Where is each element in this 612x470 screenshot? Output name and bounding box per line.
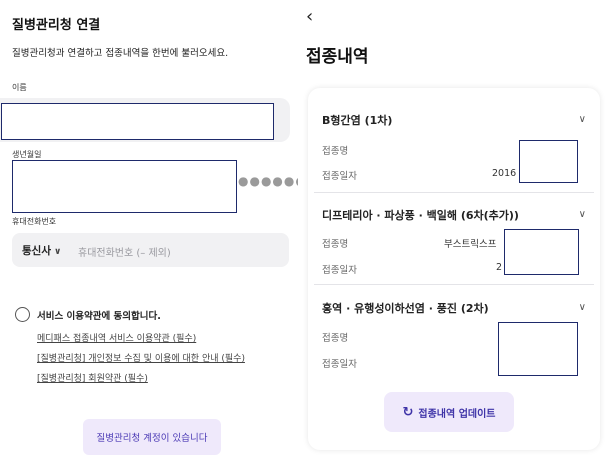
vaccine-name-label: 접종명 [322, 239, 349, 250]
chevron-down-icon[interactable]: ∨ [579, 114, 586, 125]
vaccination-history-panel: ‹ 접종내역 B형간염 (1차) ∨ 접종명 접종일자 2016 디프테리아 ·… [298, 0, 612, 470]
vaccine-date-value-2: 2 [496, 262, 503, 273]
refresh-icon: ↻ [402, 404, 414, 420]
chevron-down-icon[interactable]: ∨ [579, 209, 586, 220]
redacted-vaccine-1 [519, 140, 578, 183]
terms-link-privacy[interactable]: [질병관리청] 개인정보 수집 및 이용에 대한 안내 (필수) [37, 351, 245, 364]
vaccination-card: B형간염 (1차) ∨ 접종명 접종일자 2016 디프테리아 · 파상풍 · … [308, 88, 600, 450]
birth-label: 생년월일 [12, 150, 42, 159]
page-title: 질병관리청 연결 [12, 18, 101, 33]
phone-label: 휴대전화번호 [12, 217, 57, 226]
kdca-connect-panel: 질병관리청 연결 질병관리청과 연결하고 접종내역을 한번에 불러오세요. 이름… [0, 0, 306, 470]
vaccine-title-1[interactable]: B형간염 (1차) [322, 112, 392, 128]
vaccine-title-2[interactable]: 디프테리아 · 파상풍 · 백일해 (6차(추가)) [322, 207, 519, 223]
agree-label: 서비스 이용약관에 동의합니다. [37, 311, 161, 322]
birthdate-field[interactable] [12, 160, 237, 213]
redacted-name [1, 103, 274, 140]
vaccine-title-3[interactable]: 홍역 · 유행성이하선염 · 풍진 (2차) [322, 300, 489, 316]
phone-input[interactable]: 휴대전화번호 (– 제외) [78, 244, 171, 259]
vaccine-name-value-2: 부스트릭스프 [444, 239, 497, 250]
vaccine-date-label: 접종일자 [322, 171, 357, 182]
have-account-button[interactable]: 질병관리청 계정이 있습니다 [83, 419, 221, 455]
history-title: 접종내역 [306, 47, 369, 67]
vaccine-date-value-1: 2016 [492, 168, 517, 179]
vaccine-date-label: 접종일자 [322, 265, 357, 276]
vaccine-name-label: 접종명 [322, 333, 349, 344]
chevron-down-icon: ∨ [53, 247, 62, 257]
update-button-label: 접종내역 업데이트 [418, 408, 496, 420]
terms-link-service[interactable]: 메디패스 접종내역 서비스 이용약관 (필수) [37, 331, 196, 344]
vaccine-date-label: 접종일자 [322, 359, 357, 370]
birth-mask: ●●●●●● [238, 174, 307, 188]
update-history-button[interactable]: ↻ 접종내역 업데이트 [384, 392, 514, 432]
carrier-select[interactable]: 통신사 ∨ [22, 243, 61, 258]
page-subtitle: 질병관리청과 연결하고 접종내역을 한번에 불러오세요. [12, 48, 229, 59]
name-label: 이름 [12, 83, 27, 92]
back-chevron-icon[interactable]: ‹ [306, 8, 313, 26]
divider [314, 192, 594, 193]
redacted-vaccine-3 [498, 322, 578, 376]
divider [314, 284, 594, 285]
terms-link-membership[interactable]: [질병관리청] 회원약관 (필수) [37, 371, 148, 384]
chevron-down-icon[interactable]: ∨ [579, 302, 586, 313]
redacted-vaccine-2 [504, 229, 579, 275]
vaccine-name-label: 접종명 [322, 146, 349, 157]
agree-radio[interactable] [15, 307, 30, 322]
phone-field: 통신사 ∨ 휴대전화번호 (– 제외) [12, 233, 289, 267]
